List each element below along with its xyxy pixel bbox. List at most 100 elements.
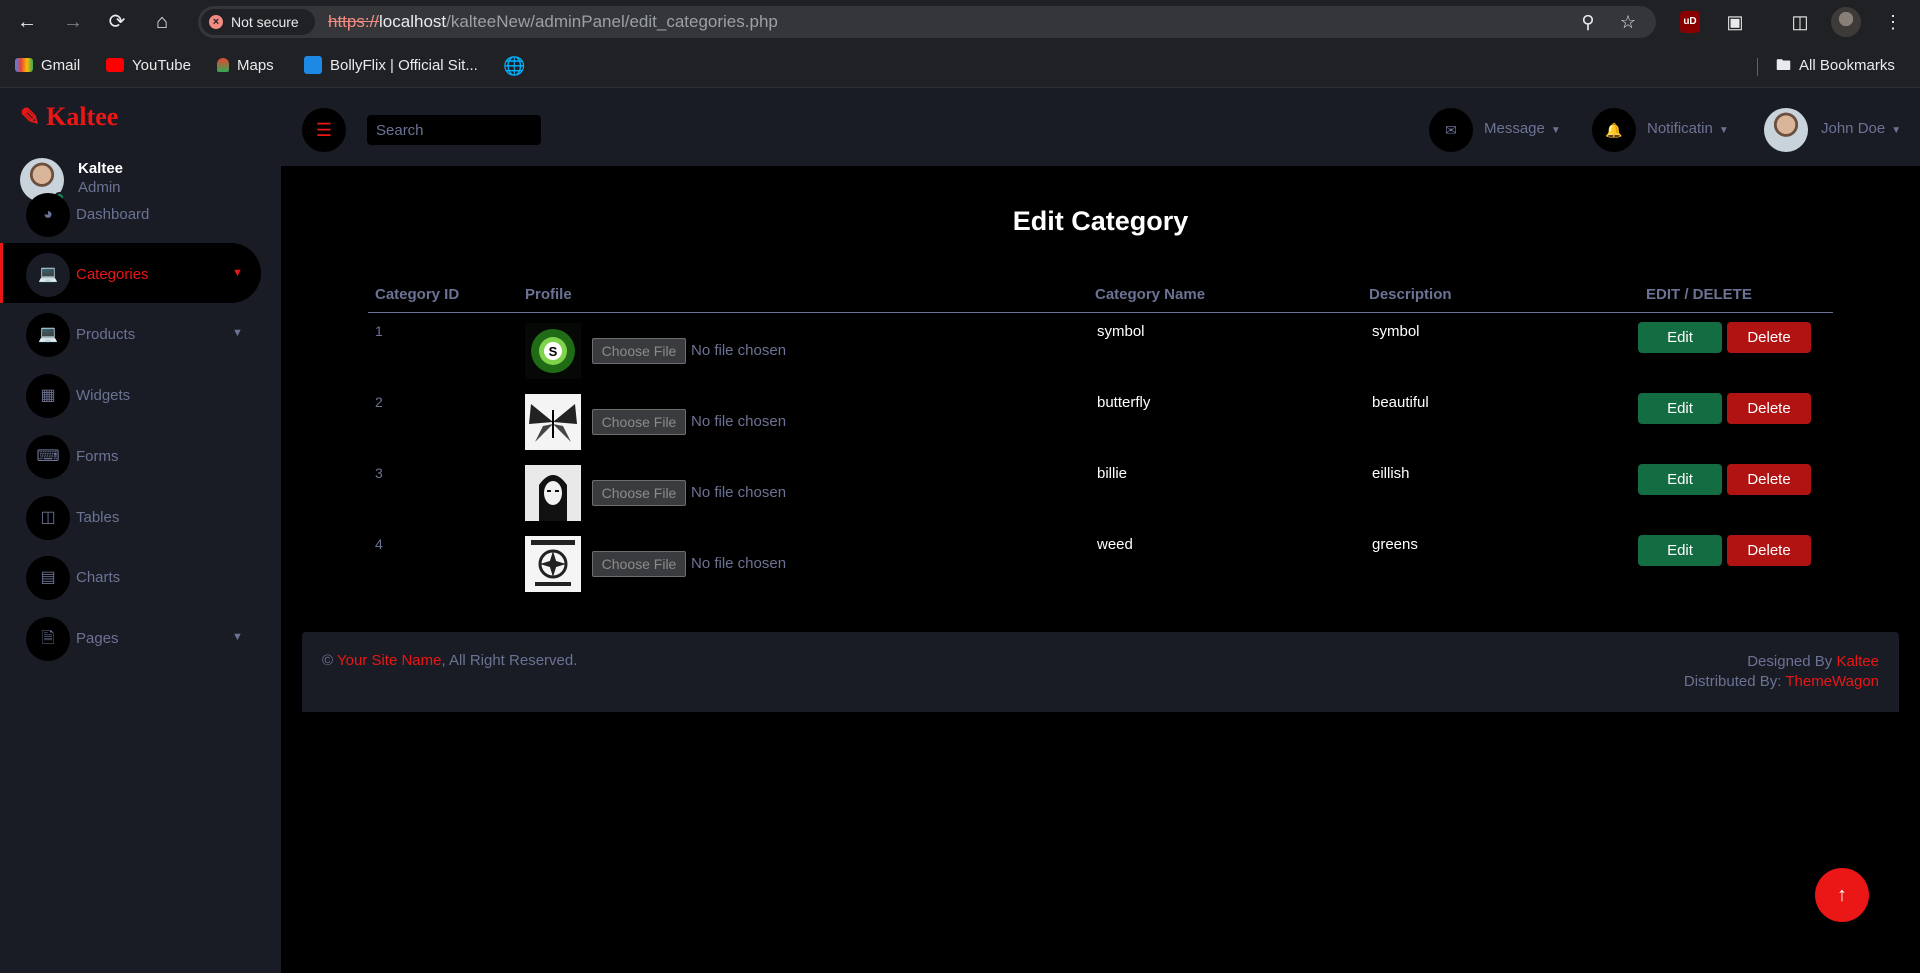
user-avatar[interactable] [1764, 108, 1808, 152]
menu-kebab-icon[interactable]: ⋮ [1880, 9, 1906, 35]
home-icon[interactable]: ⌂ [148, 8, 176, 36]
browser-toolbar: ← → ⟳ ⌂ × Not secure https://localhost/k… [0, 0, 1920, 44]
bell-icon[interactable]: 🔔 [1592, 108, 1636, 152]
column-header-name: Category Name [1095, 286, 1206, 303]
category-name: billie [1097, 465, 1128, 482]
category-name: weed [1097, 536, 1133, 553]
bollyflix-icon [304, 56, 322, 74]
side-panel-icon[interactable]: ◫ [1787, 9, 1813, 35]
choose-file-button[interactable]: Choose File [592, 551, 686, 577]
page-title: Edit Category [1012, 206, 1189, 236]
table-header-divider [368, 312, 1833, 313]
bookmark-gmail[interactable]: Gmail [15, 44, 80, 88]
topbar: ☰ ✉ Message ▼ 🔔 Notificatin ▼ John Doe ▼ [281, 88, 1920, 166]
category-image-portrait [525, 465, 581, 521]
category-id: 2 [375, 394, 383, 410]
sidebar-item-products[interactable]: 💻 Products ▼ [0, 303, 261, 363]
sidebar-toggle-button[interactable]: ☰ [302, 108, 346, 152]
footer-copyright: © Your Site Name, All Right Reserved. [322, 652, 577, 669]
sidebar-item-label: Dashboard [76, 206, 150, 223]
sidebar-item-tables[interactable]: ◫ Tables [0, 486, 261, 546]
url-text[interactable]: https://localhost/kalteeNew/adminPanel/e… [328, 6, 778, 38]
all-bookmarks-label: All Bookmarks [1799, 57, 1895, 74]
tachometer-icon: ◕ [26, 193, 70, 237]
edit-button[interactable]: Edit [1638, 464, 1722, 495]
back-to-top-button[interactable]: ↑ [1815, 868, 1869, 922]
ublock-icon[interactable]: uD [1680, 11, 1700, 33]
bookmark-bollyflix[interactable]: BollyFlix | Official Sit... [304, 44, 478, 88]
category-name: symbol [1097, 323, 1145, 340]
message-label: Message [1484, 120, 1545, 137]
extensions-icon[interactable]: ▣ [1722, 9, 1748, 35]
chevron-down-icon: ▼ [1891, 125, 1902, 136]
url-path: /kalteeNew/adminPanel/edit_categories.ph… [446, 12, 778, 31]
no-file-label: No file chosen [691, 555, 787, 572]
footer: © Your Site Name, All Right Reserved. De… [302, 632, 1899, 712]
user-dropdown[interactable]: John Doe ▼ [1821, 88, 1901, 172]
sidebar-item-pages[interactable]: 🗎 Pages ▼ [0, 607, 261, 667]
security-chip[interactable]: × Not secure [201, 9, 315, 35]
column-header-actions: EDIT / DELETE [1646, 286, 1752, 303]
no-file-label: No file chosen [691, 484, 787, 501]
star-icon[interactable]: ☆ [1616, 10, 1640, 34]
sidebar-item-categories[interactable]: 💻 Categories ▼ [0, 243, 261, 303]
address-bar[interactable]: × Not secure https://localhost/kalteeNew… [198, 6, 1656, 38]
sidebar-item-charts[interactable]: ▤ Charts [0, 546, 261, 606]
zoom-icon[interactable]: ⚲ [1576, 10, 1600, 34]
keyboard-icon: ⌨ [26, 435, 70, 479]
column-header-description: Description [1369, 286, 1452, 303]
choose-file-button[interactable]: Choose File [592, 480, 686, 506]
reload-icon[interactable]: ⟳ [103, 8, 131, 36]
brand-logo[interactable]: ✎ Kaltee [20, 102, 118, 132]
delete-button[interactable]: Delete [1727, 393, 1811, 424]
distributed-by-label: Distributed By: [1683, 673, 1782, 690]
chevron-down-icon: ▼ [232, 631, 243, 643]
edit-button[interactable]: Edit [1638, 393, 1722, 424]
site-name-link[interactable]: Your Site Name [337, 652, 442, 669]
category-id: 3 [375, 465, 383, 481]
user-edit-icon: ✎ [20, 105, 41, 131]
notification-dropdown[interactable]: Notificatin ▼ [1647, 88, 1729, 172]
category-image-symbol: S [525, 323, 581, 379]
brand-name: Kaltee [46, 102, 119, 131]
choose-file-button[interactable]: Choose File [592, 338, 686, 364]
main-content: Edit Category Category ID Profile Catego… [281, 166, 1920, 973]
sidebar-item-dashboard[interactable]: ◕ Dashboard [0, 183, 261, 243]
category-description: beautiful [1372, 394, 1429, 411]
chevron-down-icon: ▼ [1550, 125, 1561, 136]
chart-bar-icon: ▤ [26, 556, 70, 600]
delete-button[interactable]: Delete [1727, 322, 1811, 353]
forward-icon[interactable]: → [59, 8, 87, 36]
delete-button[interactable]: Delete [1727, 464, 1811, 495]
category-image-poster [525, 536, 581, 592]
distributor-link[interactable]: ThemeWagon [1785, 673, 1879, 690]
search-input[interactable] [367, 115, 541, 145]
column-header-id: Category ID [375, 286, 460, 303]
envelope-icon[interactable]: ✉ [1429, 108, 1473, 152]
all-bookmarks[interactable]: 🖿 All Bookmarks [1776, 44, 1895, 88]
browser-profile-avatar[interactable] [1831, 7, 1861, 37]
delete-button[interactable]: Delete [1727, 535, 1811, 566]
bookmark-label: BollyFlix | Official Sit... [330, 57, 478, 74]
choose-file-button[interactable]: Choose File [592, 409, 686, 435]
globe-icon[interactable]: 🌐 [503, 44, 525, 88]
gmail-icon [15, 58, 33, 72]
back-icon[interactable]: ← [13, 8, 41, 36]
edit-button[interactable]: Edit [1638, 535, 1722, 566]
sidebar-item-forms[interactable]: ⌨ Forms [0, 425, 261, 485]
rights-text: , All Right Reserved. [441, 652, 578, 669]
edit-button[interactable]: Edit [1638, 322, 1722, 353]
maps-icon [217, 58, 229, 72]
bookmark-maps[interactable]: Maps [217, 44, 274, 88]
designer-link[interactable]: Kaltee [1836, 653, 1879, 670]
table-row: 4 Choose File No file chosen weed greens… [368, 528, 1833, 599]
sidebar-item-widgets[interactable]: ▦ Widgets [0, 364, 261, 424]
bookmark-youtube[interactable]: YouTube [106, 44, 191, 88]
message-dropdown[interactable]: Message ▼ [1484, 88, 1561, 172]
youtube-icon [106, 58, 124, 72]
sidebar-item-label: Tables [76, 509, 120, 526]
table-row: 1 S Choose File No file chosen symbol sy… [368, 315, 1833, 386]
sidebar-item-label: Forms [76, 448, 119, 465]
sidebar: ✎ Kaltee Kaltee Admin ◕ Dashboard 💻 Categ… [0, 88, 281, 973]
category-id: 4 [375, 536, 383, 552]
